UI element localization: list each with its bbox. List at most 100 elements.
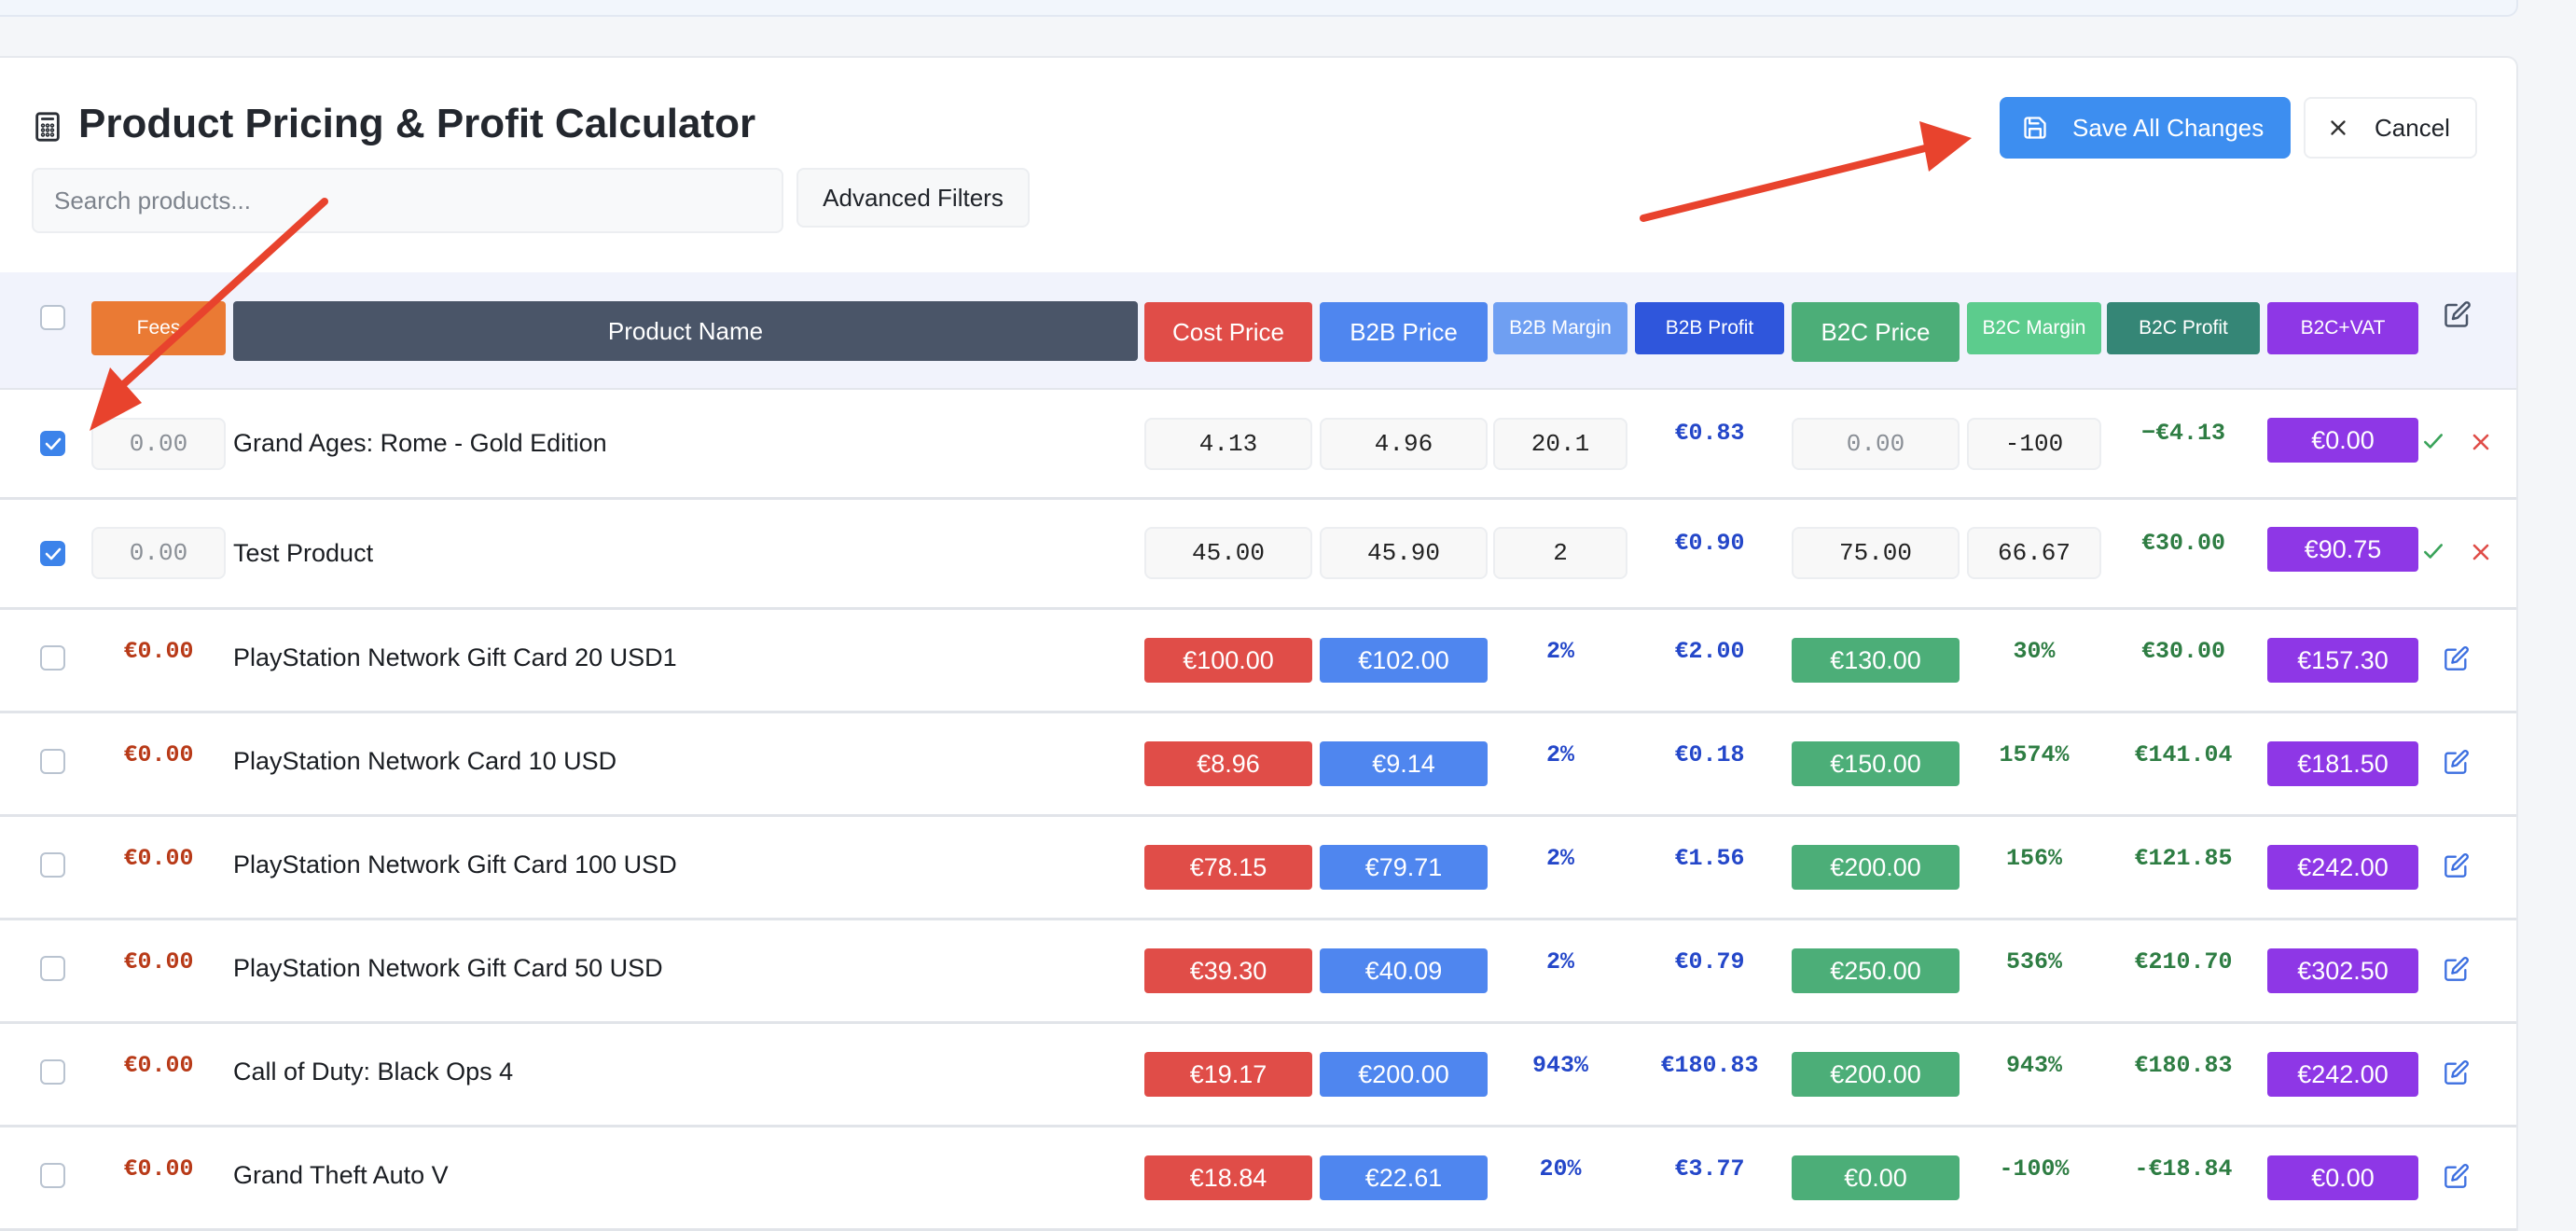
b2c-profit-value: -€18.84 [2134, 1155, 2233, 1183]
b2b-margin-input[interactable]: 20.1 [1493, 418, 1627, 470]
close-icon [2331, 120, 2346, 135]
cancel-label: Cancel [2375, 113, 2450, 142]
b2b-price-input[interactable]: 45.90 [1320, 527, 1488, 579]
cost-price-badge: €78.15 [1144, 845, 1312, 890]
b2c-price-input[interactable]: 75.00 [1792, 527, 1960, 579]
edit-icon[interactable] [2444, 852, 2470, 878]
header-b2c-vat[interactable]: B2C+VAT [2267, 302, 2418, 354]
checkmark-icon [45, 437, 62, 450]
b2b-profit-value: €0.79 [1674, 948, 1745, 975]
product-name: Grand Ages: Rome - Gold Edition [233, 429, 607, 457]
b2b-price-input[interactable]: 4.96 [1320, 418, 1488, 470]
edit-all-icon[interactable] [2444, 300, 2472, 328]
b2c-profit-value: €180.83 [2134, 1052, 2233, 1079]
header-b2c-margin[interactable]: B2C Margin [1967, 302, 2101, 354]
b2c-margin-value: 536% [2005, 948, 2062, 975]
edit-icon[interactable] [2444, 1163, 2470, 1189]
fees-input[interactable]: 0.00 [91, 418, 226, 470]
fees-value: €0.00 [123, 948, 194, 975]
b2b-profit-value: €180.83 [1660, 1052, 1759, 1079]
product-name: Call of Duty: Black Ops 4 [233, 1058, 514, 1086]
header-b2b-price[interactable]: B2B Price [1320, 302, 1488, 362]
b2c-vat-badge: €242.00 [2267, 1052, 2418, 1097]
b2c-margin-input[interactable]: 66.67 [1967, 527, 2101, 579]
b2b-profit-value: €0.18 [1674, 741, 1745, 768]
fees-value: €0.00 [123, 741, 194, 768]
b2c-vat-badge: €181.50 [2267, 741, 2418, 786]
b2c-price-badge: €150.00 [1792, 741, 1960, 786]
row-checkbox[interactable] [40, 431, 65, 456]
row-checkbox[interactable] [40, 541, 65, 566]
cost-price-badge: €18.84 [1144, 1155, 1312, 1200]
b2c-vat-badge: €0.00 [2267, 1155, 2418, 1200]
b2c-profit-value: €30.00 [2140, 638, 2225, 665]
product-name: PlayStation Network Gift Card 100 USD [233, 851, 677, 878]
b2c-margin-value: -100% [1999, 1155, 2070, 1183]
row-checkbox[interactable] [40, 852, 65, 878]
fees-input[interactable]: 0.00 [91, 527, 226, 579]
b2b-margin-value: 2% [1545, 741, 1574, 768]
header-product-name[interactable]: Product Name [233, 301, 1138, 361]
cost-price-badge: €39.30 [1144, 948, 1312, 993]
save-icon [2024, 117, 2046, 139]
search-input[interactable] [32, 168, 783, 233]
cost-price-input[interactable]: 45.00 [1144, 527, 1312, 579]
b2b-profit-value: €0.83 [1674, 420, 1745, 447]
product-name: PlayStation Network Gift Card 20 USD1 [233, 643, 677, 671]
checkmark-icon [45, 547, 62, 560]
b2c-vat-badge: €242.00 [2267, 845, 2418, 890]
b2c-price-badge: €250.00 [1792, 948, 1960, 993]
save-all-changes-label: Save All Changes [2072, 113, 2264, 142]
header-b2c-profit[interactable]: B2C Profit [2107, 302, 2260, 354]
advanced-filters-button[interactable]: Advanced Filters [796, 168, 1030, 228]
b2c-price-badge: €130.00 [1792, 638, 1960, 683]
row-checkbox[interactable] [40, 645, 65, 671]
product-name: Grand Theft Auto V [233, 1161, 449, 1189]
product-name: PlayStation Network Card 10 USD [233, 747, 617, 775]
b2b-price-badge: €200.00 [1320, 1052, 1488, 1097]
b2c-profit-value: €210.70 [2134, 948, 2233, 975]
header-b2b-margin[interactable]: B2B Margin [1493, 302, 1627, 354]
product-name: PlayStation Network Gift Card 50 USD [233, 954, 663, 982]
b2b-margin-value: 2% [1545, 638, 1574, 665]
b2c-vat-value: €90.75 [2267, 527, 2418, 572]
edit-icon[interactable] [2444, 1059, 2470, 1086]
fees-value: €0.00 [123, 638, 194, 665]
row-checkbox[interactable] [40, 749, 65, 774]
cost-price-input[interactable]: 4.13 [1144, 418, 1312, 470]
header-cost-price[interactable]: Cost Price [1144, 302, 1312, 362]
row-checkbox[interactable] [40, 956, 65, 981]
b2b-margin-value: 943% [1531, 1052, 1588, 1079]
select-all-checkbox[interactable] [40, 305, 65, 330]
confirm-check-icon[interactable] [2421, 539, 2445, 563]
b2c-vat-value: €0.00 [2267, 418, 2418, 463]
b2c-profit-value: €121.85 [2134, 845, 2233, 872]
edit-icon[interactable] [2444, 645, 2470, 671]
b2c-price-input[interactable]: 0.00 [1792, 418, 1960, 470]
b2c-margin-input[interactable]: -100 [1967, 418, 2101, 470]
confirm-check-icon[interactable] [2421, 429, 2445, 453]
b2b-price-badge: €22.61 [1320, 1155, 1488, 1200]
fees-value: €0.00 [123, 845, 194, 872]
b2c-price-badge: €200.00 [1792, 1052, 1960, 1097]
header-b2c-price[interactable]: B2C Price [1792, 302, 1960, 362]
edit-icon[interactable] [2444, 749, 2470, 775]
discard-close-icon[interactable] [2470, 431, 2492, 453]
fees-value: €0.00 [123, 1052, 194, 1079]
cancel-button[interactable]: Cancel [2304, 97, 2477, 159]
fees-value: €0.00 [123, 1155, 194, 1183]
b2c-margin-value: 1574% [1999, 741, 2070, 768]
b2c-vat-badge: €157.30 [2267, 638, 2418, 683]
edit-icon[interactable] [2444, 956, 2470, 982]
header-fees[interactable]: Fees [91, 301, 226, 355]
b2b-margin-input[interactable]: 2 [1493, 527, 1627, 579]
b2b-margin-value: 20% [1539, 1155, 1582, 1183]
discard-close-icon[interactable] [2470, 541, 2492, 563]
row-checkbox[interactable] [40, 1059, 65, 1085]
b2c-vat-badge: €302.50 [2267, 948, 2418, 993]
row-checkbox[interactable] [40, 1163, 65, 1188]
b2b-profit-value: €2.00 [1674, 638, 1745, 665]
b2b-margin-value: 2% [1545, 948, 1574, 975]
header-b2b-profit[interactable]: B2B Profit [1635, 302, 1784, 354]
save-all-changes-button[interactable]: Save All Changes [2000, 97, 2291, 159]
